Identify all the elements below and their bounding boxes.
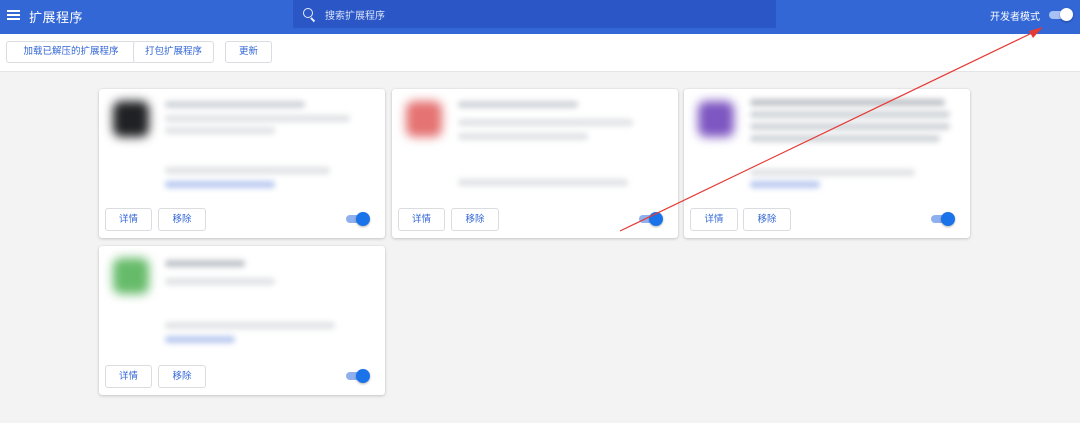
extension-card: 详情 移除 xyxy=(684,89,970,238)
search-placeholder: 搜索扩展程序 xyxy=(325,11,385,22)
extension-card: 详情 移除 xyxy=(392,89,678,238)
extension-card: 详情 移除 xyxy=(99,246,385,395)
extension-enable-toggle[interactable] xyxy=(930,212,955,226)
update-button[interactable]: 更新 xyxy=(225,41,272,63)
developer-mode-toggle[interactable] xyxy=(1048,8,1073,21)
details-button[interactable]: 详情 xyxy=(105,208,152,231)
app-header: 扩展程序 搜索扩展程序 开发者模式 xyxy=(0,0,1080,34)
extension-icon xyxy=(113,101,149,137)
extension-enable-toggle[interactable] xyxy=(638,212,663,226)
search-icon xyxy=(303,8,313,18)
load-unpacked-button[interactable]: 加载已解压的扩展程序 xyxy=(6,41,136,63)
remove-button[interactable]: 移除 xyxy=(451,208,499,231)
remove-button[interactable]: 移除 xyxy=(158,208,206,231)
menu-icon[interactable] xyxy=(7,9,21,21)
extension-icon xyxy=(698,101,734,137)
pack-extension-button[interactable]: 打包扩展程序 xyxy=(133,41,214,63)
extension-icon xyxy=(406,101,442,137)
developer-mode-label: 开发者模式 xyxy=(990,12,1040,23)
details-button[interactable]: 详情 xyxy=(105,365,152,388)
details-button[interactable]: 详情 xyxy=(398,208,445,231)
extension-icon xyxy=(113,258,149,294)
details-button[interactable]: 详情 xyxy=(690,208,738,231)
extension-card: 详情 移除 xyxy=(99,89,385,238)
extension-enable-toggle[interactable] xyxy=(345,212,370,226)
extension-enable-toggle[interactable] xyxy=(345,369,370,383)
developer-toolbar: 加载已解压的扩展程序 打包扩展程序 更新 xyxy=(0,34,1080,72)
remove-button[interactable]: 移除 xyxy=(158,365,206,388)
search-input[interactable]: 搜索扩展程序 xyxy=(293,0,776,28)
remove-button[interactable]: 移除 xyxy=(743,208,791,231)
page-title: 扩展程序 xyxy=(29,11,84,26)
